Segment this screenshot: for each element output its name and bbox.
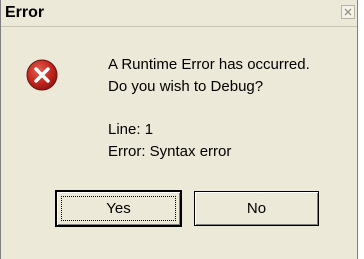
yes-button-label: Yes xyxy=(106,200,131,217)
window-title: Error xyxy=(5,4,45,21)
error-detail-error: Error: Syntax error xyxy=(108,143,232,160)
yes-button[interactable]: Yes xyxy=(55,190,182,227)
error-detail-line: Line: 1 xyxy=(108,121,154,138)
close-icon xyxy=(344,8,352,16)
error-dialog: Error A Runtime Error has occurred. Do y… xyxy=(0,0,358,259)
close-button[interactable] xyxy=(341,5,355,19)
no-button-label: No xyxy=(246,200,267,217)
no-button[interactable]: No xyxy=(194,191,319,226)
error-message-line1: A Runtime Error has occurred. xyxy=(108,56,310,73)
title-bar[interactable]: Error xyxy=(1,0,357,27)
error-icon xyxy=(26,59,58,91)
error-message-line2: Do you wish to Debug? xyxy=(108,78,264,95)
